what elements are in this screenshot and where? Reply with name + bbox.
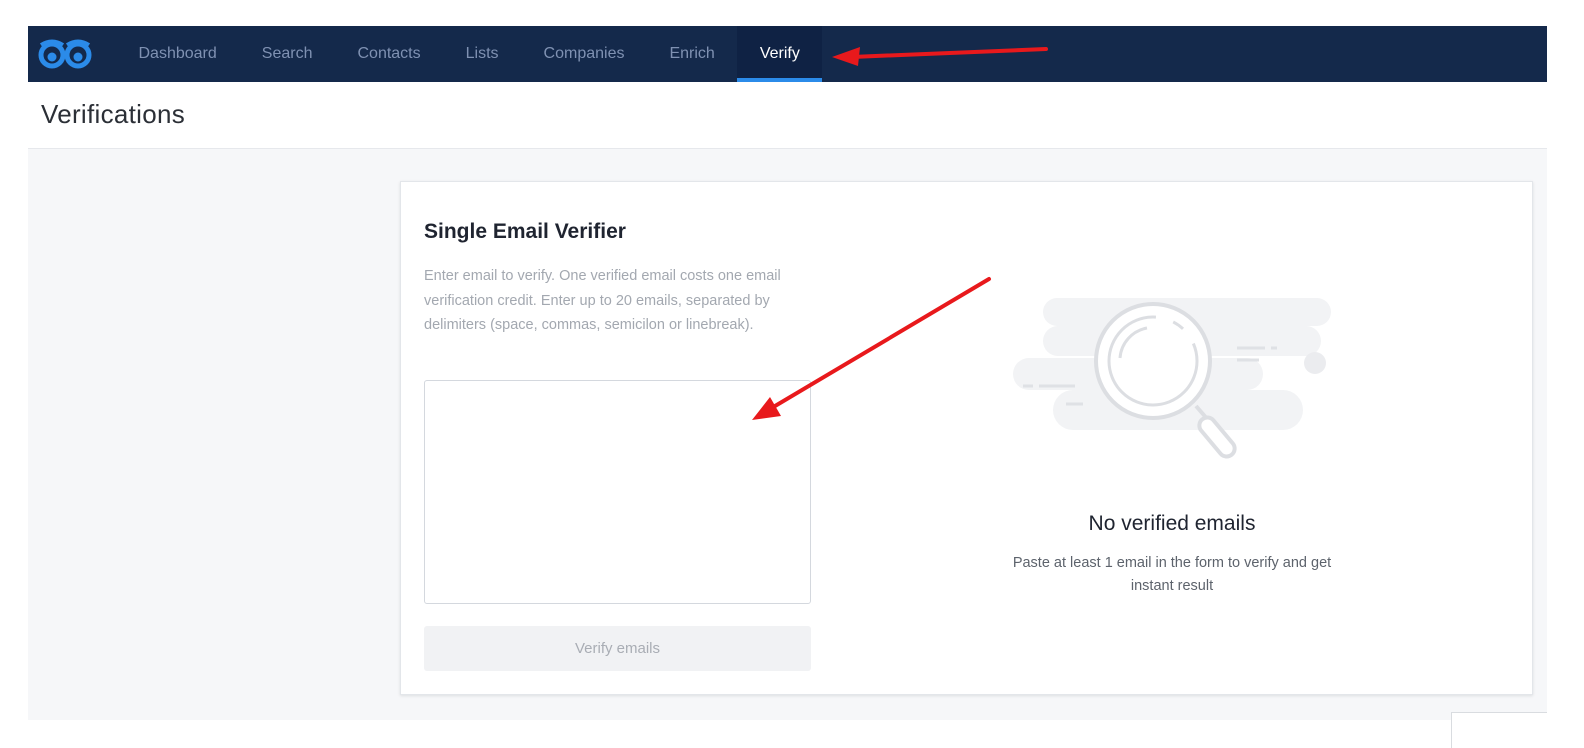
nav-item-companies[interactable]: Companies [521,26,647,82]
nav-item-dashboard[interactable]: Dashboard [116,26,239,82]
nav-item-lists[interactable]: Lists [443,26,521,82]
nav-item-contacts[interactable]: Contacts [335,26,443,82]
verifier-card: Single Email Verifier Enter email to ver… [400,181,1533,695]
page-header: Verifications [28,82,1547,149]
empty-state-title: No verified emails [1088,512,1256,535]
verifier-title: Single Email Verifier [424,220,626,243]
widget-corner [1451,712,1547,748]
nav-item-verify[interactable]: Verify [737,26,823,82]
verifier-description: Enter email to verify. One verified emai… [424,268,781,333]
top-navbar: Dashboard Search Contacts Lists Companie… [28,26,1547,82]
owl-logo-icon[interactable] [36,26,94,82]
empty-state-description: Paste at least 1 email in the form to ve… [1012,555,1332,594]
app-window: Dashboard Search Contacts Lists Companie… [28,26,1547,720]
verify-emails-button[interactable]: Verify emails [424,626,811,671]
nav-item-search[interactable]: Search [239,26,335,82]
nav-menu: Dashboard Search Contacts Lists Companie… [116,26,823,82]
email-input[interactable] [424,380,811,604]
page-title: Verifications [41,99,186,129]
magnifying-glass-icon [1013,286,1333,471]
nav-item-enrich[interactable]: Enrich [647,26,737,82]
